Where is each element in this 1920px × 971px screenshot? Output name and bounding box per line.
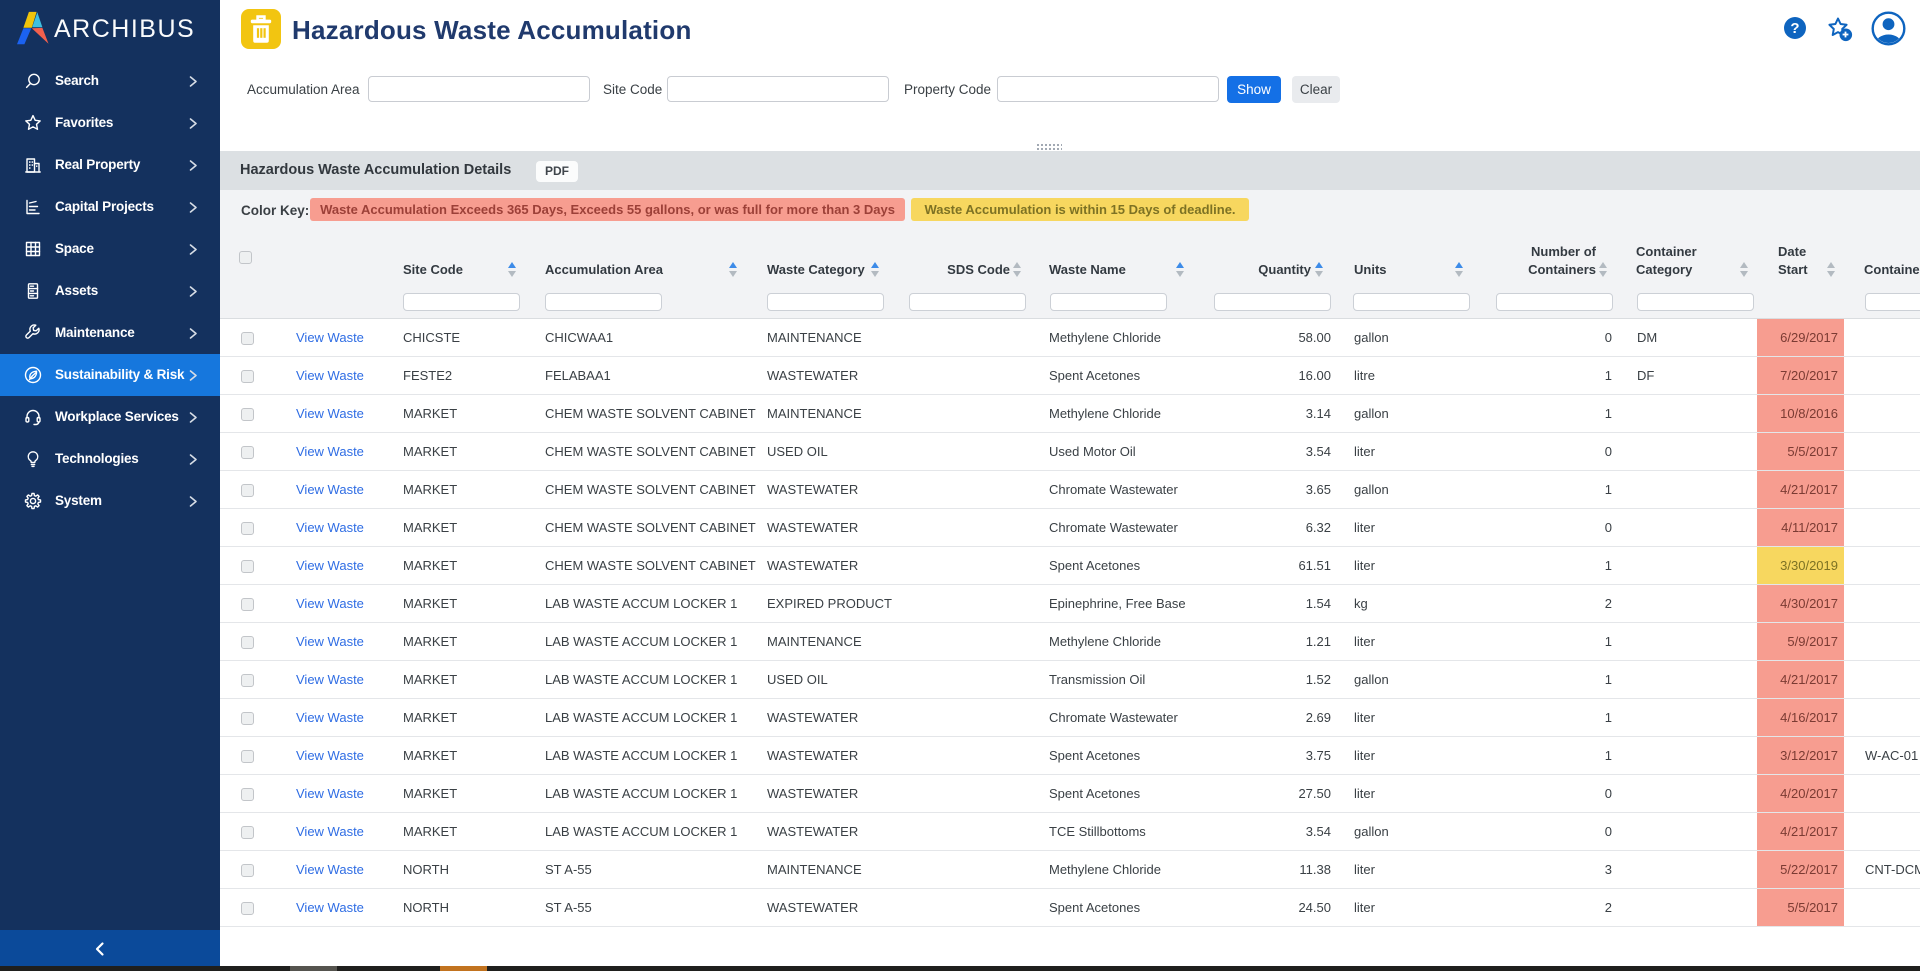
svg-text:?: ?	[1790, 20, 1799, 37]
